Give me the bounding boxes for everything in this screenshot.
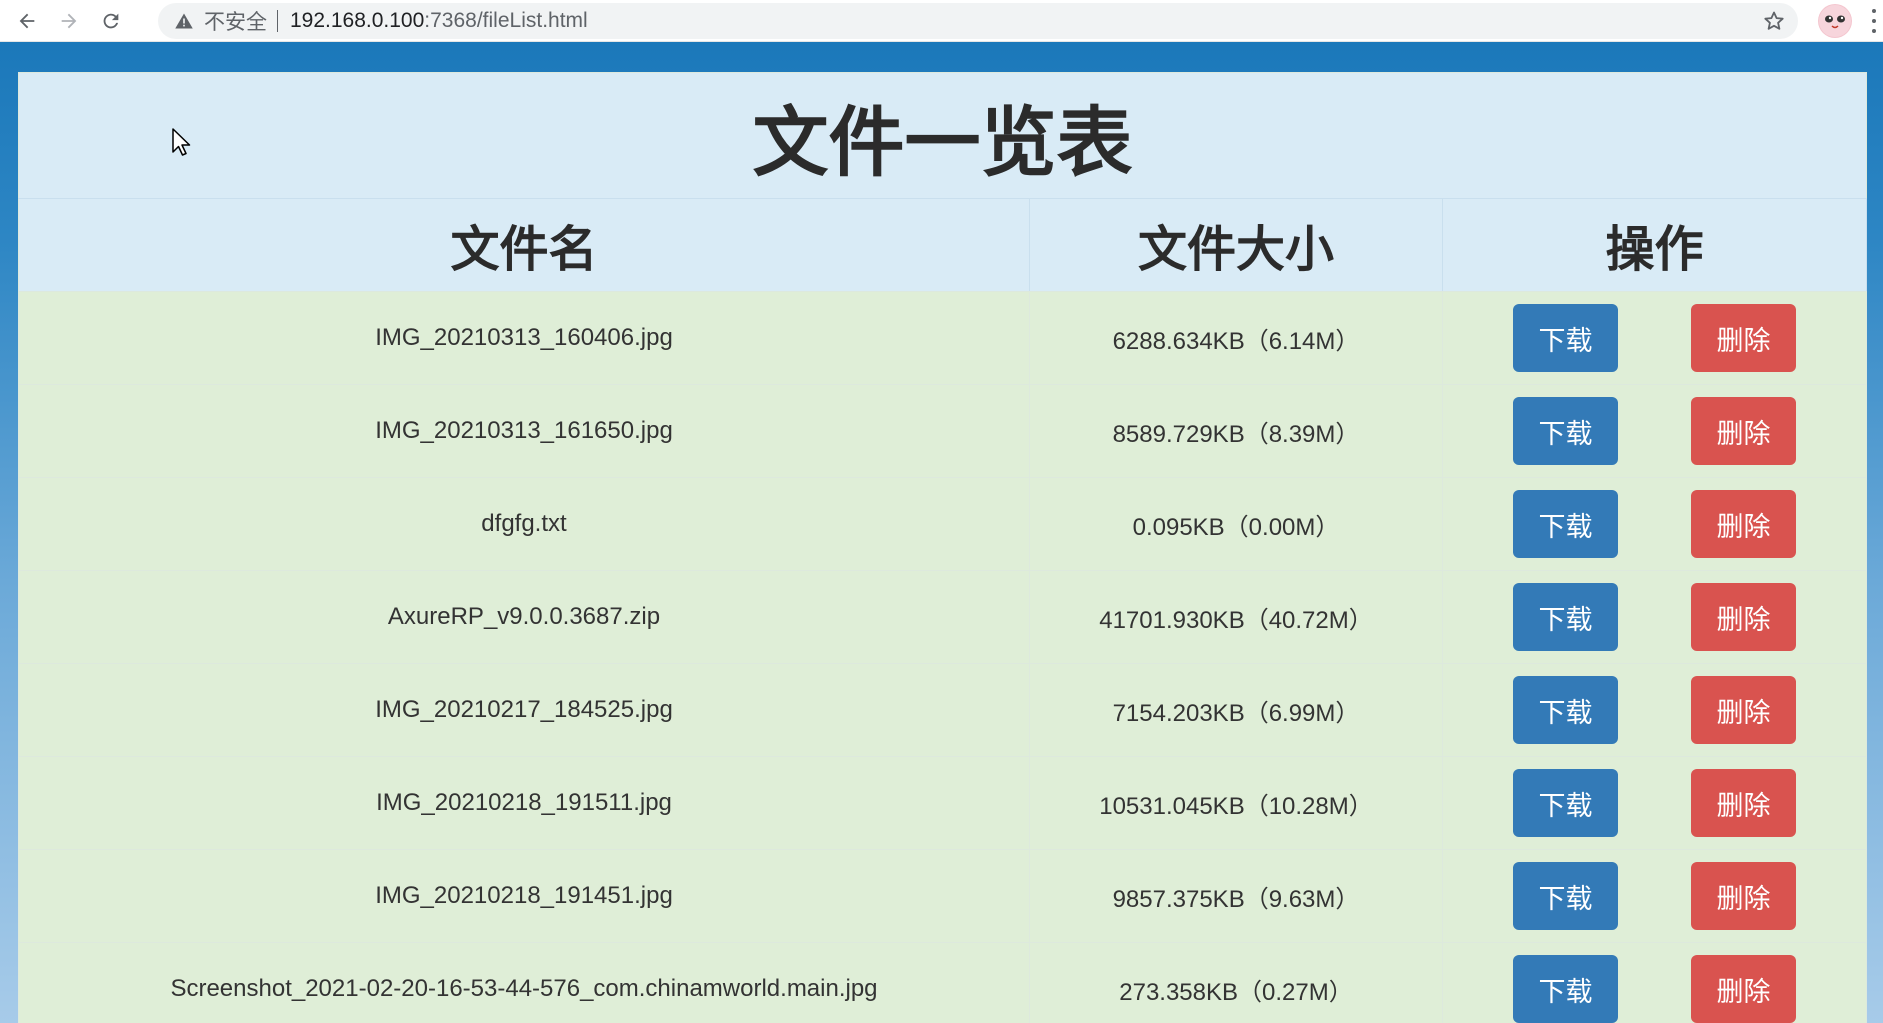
file-name-cell: IMG_20210218_191451.jpg [18, 849, 1030, 943]
row-actions: 下载 删除 [1443, 397, 1866, 465]
browser-toolbar: 不安全 192.168.0.100 :7368/fileList.html [0, 0, 1883, 42]
delete-button[interactable]: 删除 [1691, 397, 1796, 465]
file-name-cell: IMG_20210313_161650.jpg [18, 384, 1030, 478]
column-header-filename: 文件名 [18, 198, 1030, 292]
column-header-filesize: 文件大小 [1029, 198, 1443, 292]
actions-cell: 下载 删除 [1442, 663, 1867, 757]
file-name-cell: IMG_20210313_160406.jpg [18, 291, 1030, 385]
table-header-row: 文件名 文件大小 操作 [18, 198, 1867, 292]
download-button[interactable]: 下载 [1513, 862, 1618, 930]
url-host[interactable]: 192.168.0.100 [290, 9, 424, 33]
file-name-cell: AxureRP_v9.0.0.3687.zip [18, 570, 1030, 664]
download-button[interactable]: 下载 [1513, 397, 1618, 465]
bookmark-star-icon[interactable] [1762, 9, 1786, 33]
delete-button[interactable]: 删除 [1691, 955, 1796, 1023]
file-size-cell: 9857.375KB（9.63M） [1029, 849, 1443, 943]
browser-menu-icon[interactable] [1868, 6, 1880, 36]
file-size-cell: 0.095KB（0.00M） [1029, 477, 1443, 571]
table-row: IMG_20210218_191511.jpg 10531.045KB（10.28… [18, 756, 1867, 850]
file-name-cell: IMG_20210217_184525.jpg [18, 663, 1030, 757]
url-path[interactable]: :7368/fileList.html [424, 9, 587, 33]
security-label[interactable]: 不安全 [204, 6, 267, 36]
file-size-cell: 8589.729KB（8.39M） [1029, 384, 1443, 478]
actions-cell: 下载 删除 [1442, 849, 1867, 943]
delete-button[interactable]: 删除 [1691, 769, 1796, 837]
mouse-cursor-icon [172, 128, 191, 156]
table-row: IMG_20210313_160406.jpg 6288.634KB（6.14M）… [18, 291, 1867, 385]
file-name-cell: dfgfg.txt [18, 477, 1030, 571]
row-actions: 下载 删除 [1443, 304, 1866, 372]
file-size-cell: 7154.203KB（6.99M） [1029, 663, 1443, 757]
file-size-cell: 10531.045KB（10.28M） [1029, 756, 1443, 850]
row-actions: 下载 删除 [1443, 955, 1866, 1023]
row-actions: 下载 删除 [1443, 769, 1866, 837]
download-button[interactable]: 下载 [1513, 676, 1618, 744]
delete-button[interactable]: 删除 [1691, 304, 1796, 372]
row-actions: 下载 删除 [1443, 676, 1866, 744]
row-actions: 下载 删除 [1443, 490, 1866, 558]
file-size-cell: 41701.930KB（40.72M） [1029, 570, 1443, 664]
actions-cell: 下载 删除 [1442, 570, 1867, 664]
file-size-cell: 6288.634KB（6.14M） [1029, 291, 1443, 385]
download-button[interactable]: 下载 [1513, 490, 1618, 558]
download-button[interactable]: 下载 [1513, 583, 1618, 651]
table-row: IMG_20210218_191451.jpg 9857.375KB（9.63M）… [18, 849, 1867, 943]
actions-cell: 下载 删除 [1442, 477, 1867, 571]
delete-button[interactable]: 删除 [1691, 490, 1796, 558]
actions-cell: 下载 删除 [1442, 291, 1867, 385]
table-row: IMG_20210313_161650.jpg 8589.729KB（8.39M）… [18, 384, 1867, 478]
page-body: 文件一览表 文件名 文件大小 操作 IMG_20210313_160406.jp… [0, 42, 1883, 1023]
page-title: 文件一览表 [18, 72, 1867, 199]
delete-button[interactable]: 删除 [1691, 583, 1796, 651]
address-bar[interactable]: 不安全 192.168.0.100 :7368/fileList.html [158, 3, 1798, 39]
download-button[interactable]: 下载 [1513, 769, 1618, 837]
actions-cell: 下载 删除 [1442, 756, 1867, 850]
reload-icon[interactable] [96, 6, 126, 36]
row-actions: 下载 删除 [1443, 862, 1866, 930]
delete-button[interactable]: 删除 [1691, 676, 1796, 744]
file-rows: IMG_20210313_160406.jpg 6288.634KB（6.14M）… [18, 291, 1867, 1023]
back-icon[interactable] [12, 6, 42, 36]
title-row: 文件一览表 [18, 72, 1867, 199]
actions-cell: 下载 删除 [1442, 942, 1867, 1023]
forward-icon[interactable] [54, 6, 84, 36]
table-row: dfgfg.txt 0.095KB（0.00M） 下载 删除 [18, 477, 1867, 571]
table-row: Screenshot_2021-02-20-16-53-44-576_com.c… [18, 942, 1867, 1023]
column-header-actions: 操作 [1442, 198, 1867, 292]
file-name-cell: IMG_20210218_191511.jpg [18, 756, 1030, 850]
file-table: 文件一览表 文件名 文件大小 操作 IMG_20210313_160406.jp… [18, 72, 1867, 1023]
warning-icon[interactable] [174, 10, 196, 32]
actions-cell: 下载 删除 [1442, 384, 1867, 478]
profile-avatar[interactable] [1818, 4, 1852, 38]
table-row: IMG_20210217_184525.jpg 7154.203KB（6.99M）… [18, 663, 1867, 757]
url-separator [277, 10, 278, 32]
file-size-cell: 273.358KB（0.27M） [1029, 942, 1443, 1023]
download-button[interactable]: 下载 [1513, 304, 1618, 372]
table-row: AxureRP_v9.0.0.3687.zip 41701.930KB（40.72… [18, 570, 1867, 664]
delete-button[interactable]: 删除 [1691, 862, 1796, 930]
download-button[interactable]: 下载 [1513, 955, 1618, 1023]
file-name-cell: Screenshot_2021-02-20-16-53-44-576_com.c… [18, 942, 1030, 1023]
row-actions: 下载 删除 [1443, 583, 1866, 651]
